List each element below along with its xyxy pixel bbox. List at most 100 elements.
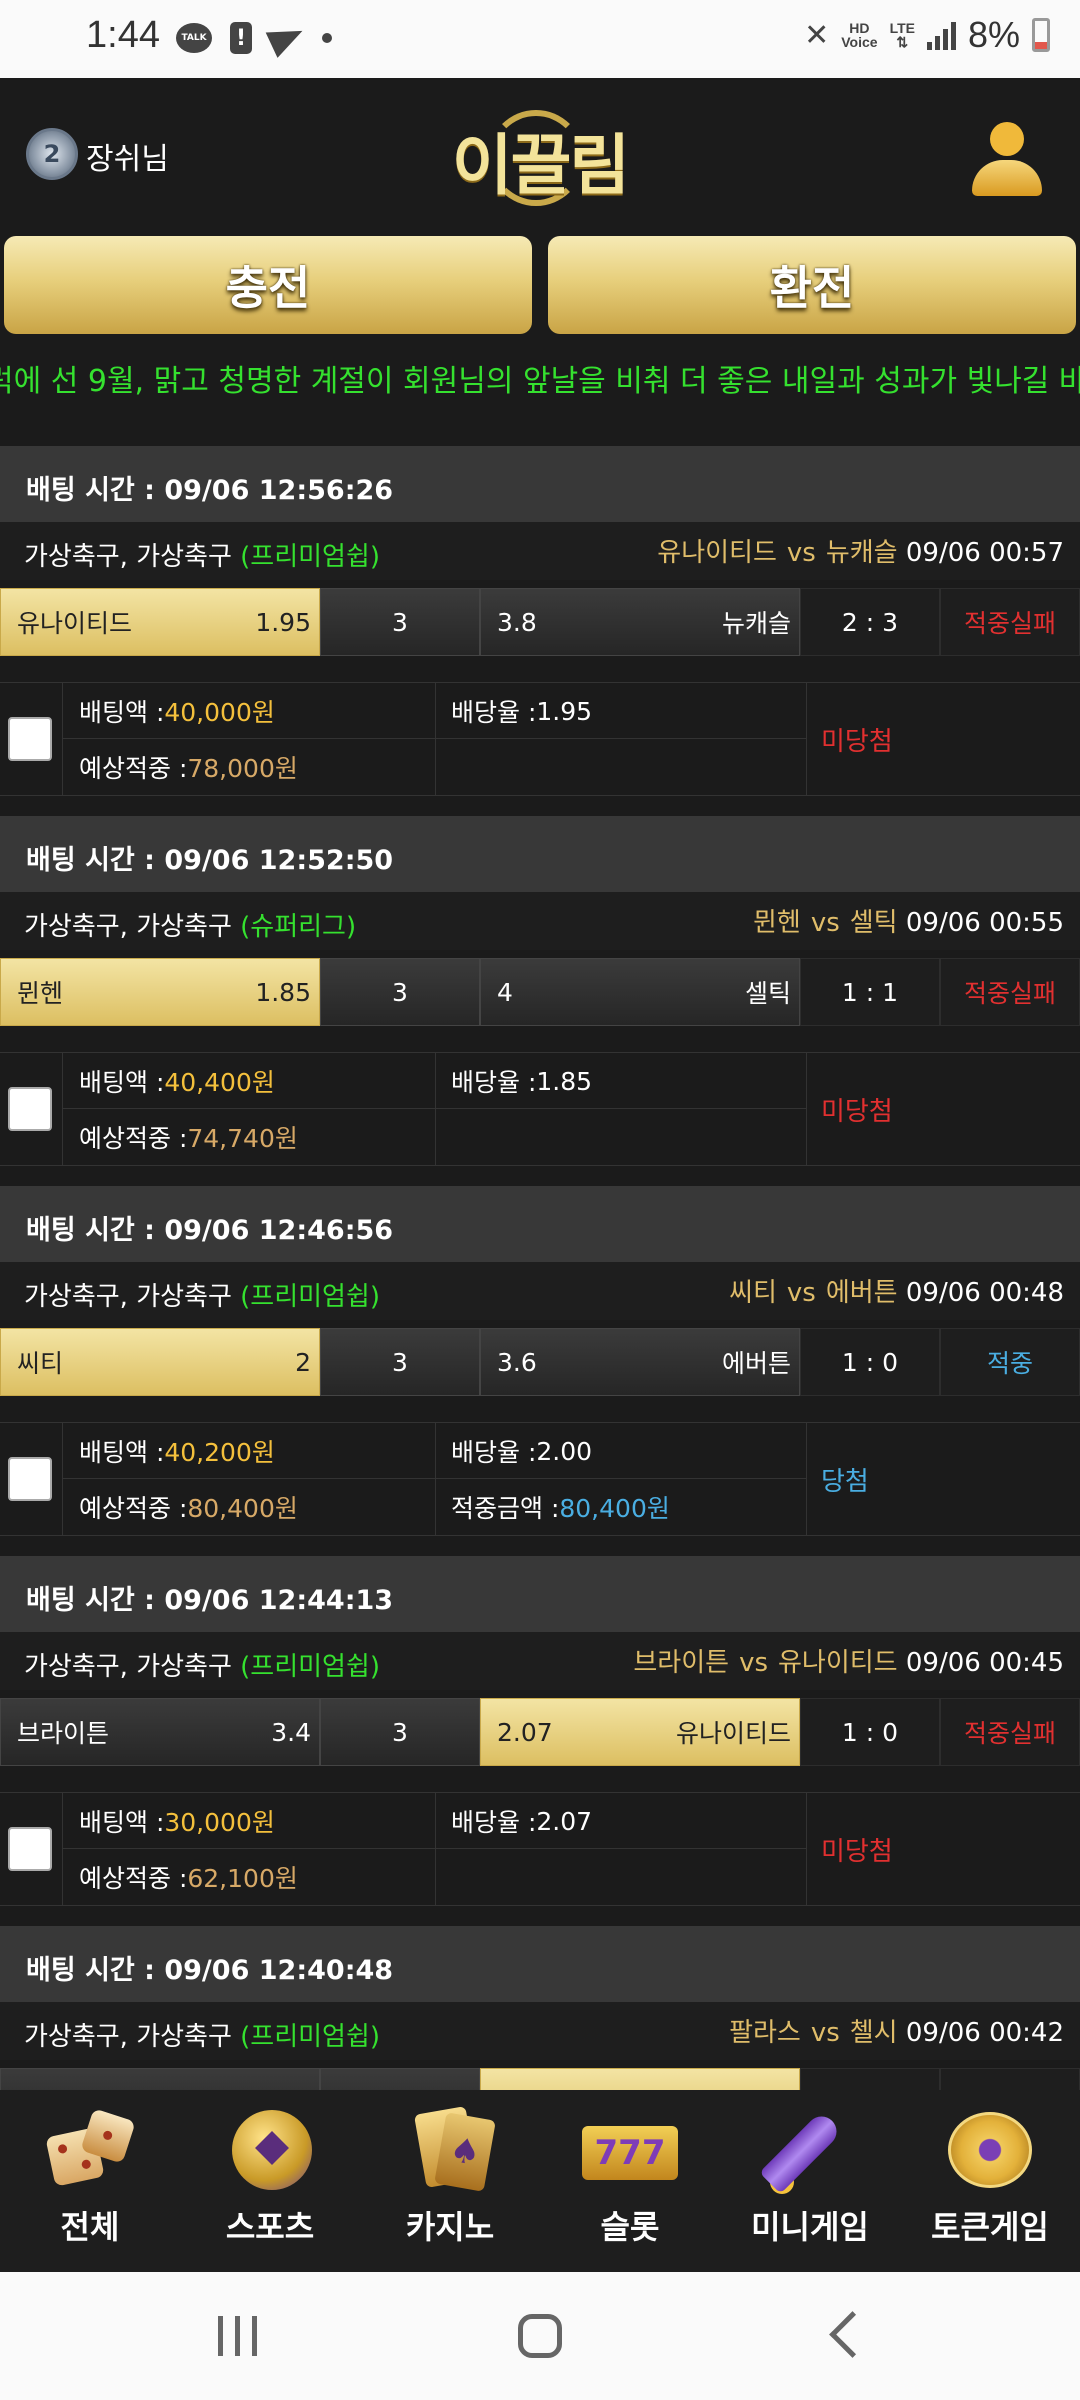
home-odds-button[interactable]: 뮌헨 1.85 [0, 958, 320, 1026]
home-odds-button[interactable]: 브라이튼 3.4 [0, 1698, 320, 1766]
score: 2 : 3 [800, 588, 940, 656]
vs-label: vs [786, 538, 816, 568]
dice-icon [42, 2104, 138, 2194]
expected-win: 예상적중 : 78,000원 [79, 754, 298, 783]
match-time: 09/06 00:45 [905, 1648, 1064, 1678]
bet-card: 배팅 시간 : 09/06 12:46:56 가상축구, 가상축구 (프리미엄쉽)… [0, 1186, 1080, 1556]
nav-all[interactable]: 전체 [0, 2090, 180, 2272]
score: 1 : 0 [800, 1328, 940, 1396]
league-row: 가상축구, 가상축구 (프리미엄쉽) 팔라스 vs 첼시 09/06 00:42 [0, 2002, 1080, 2060]
recent-apps-icon[interactable] [218, 2316, 257, 2356]
away-odds-button[interactable]: 3.8 뉴캐슬 [480, 588, 800, 656]
away-team: 셀틱 [849, 908, 898, 938]
match-time: 09/06 00:57 [905, 538, 1064, 568]
match-info: 뮌헨 vs 셀틱 09/06 00:55 [753, 902, 1064, 939]
select-checkbox[interactable] [8, 1827, 52, 1871]
away-odds: 4 [497, 977, 513, 1007]
username[interactable]: 장쉬님 [86, 134, 169, 178]
nav-token-game[interactable]: 토큰게임 [900, 2090, 1080, 2272]
home-odds-button[interactable]: 유나이티드 1.95 [0, 588, 320, 656]
outcome-status: 미당첨 [806, 1053, 1080, 1165]
home-team-name: 뮌헨 [17, 979, 64, 1008]
nav-label: 카지노 [405, 2208, 495, 2246]
result-status [940, 2068, 1080, 2090]
nav-label: 슬롯 [600, 2208, 660, 2246]
battery-icon [1032, 18, 1050, 52]
result-status: 적중실패 [940, 588, 1080, 656]
draw-odds-button[interactable] [320, 2068, 480, 2090]
draw-odds-button[interactable]: 3 [320, 1698, 480, 1766]
bet-odds: 배당율 : 1.85 [451, 1066, 593, 1098]
away-odds: 3.8 [497, 607, 537, 637]
hd-voice-icon: HD Voice [841, 20, 878, 50]
kakaotalk-icon: TALK [176, 23, 212, 53]
bet-amount: 배팅액 : 40,400원 [79, 1068, 275, 1097]
nav-casino[interactable]: ♠ 카지노 [360, 2090, 540, 2272]
league-name: 가상축구, 가상축구 (프리미엄쉽) [24, 2022, 381, 2052]
bet-history-list[interactable]: 배팅 시간 : 09/06 12:56:26 가상축구, 가상축구 (프리미엄쉽)… [0, 446, 1080, 2090]
expected-win: 예상적중 : 74,740원 [79, 1124, 298, 1153]
home-odds: 1.95 [255, 607, 311, 637]
away-team: 에버튼 [825, 1278, 898, 1308]
nav-label: 전체 [60, 2208, 120, 2246]
logo[interactable]: 이끌림 [448, 108, 632, 212]
telegram-icon [265, 18, 309, 58]
nav-label: 스포츠 [225, 2208, 315, 2246]
nav-minigame[interactable]: 미니게임 [720, 2090, 900, 2272]
away-team: 뉴캐슬 [825, 538, 898, 568]
signal-icon [926, 20, 956, 50]
match-info: 브라이튼 vs 유나이티드 09/06 00:45 [633, 1642, 1064, 1679]
odds-row: 씨티 2 3 3.6 에버튼 1 : 0 적중 [0, 1328, 1080, 1398]
draw-odds-button[interactable]: 3 [320, 588, 480, 656]
away-odds-button[interactable]: 2.07 유나이티드 [480, 1698, 800, 1766]
away-odds-button[interactable]: 첼시 [480, 2068, 800, 2090]
notice-marquee: 럭에 선 9월, 맑고 청명한 계절이 회원님의 앞날을 비춰 더 좋은 내일과… [0, 352, 1080, 402]
away-odds: 3.6 [497, 1347, 537, 1377]
level-badge-icon: 2 [26, 128, 78, 180]
nav-slots[interactable]: 777 슬롯 [540, 2090, 720, 2272]
draw-odds: 3 [392, 1347, 408, 1377]
bet-time-header: 배팅 시간 : 09/06 12:40:48 [0, 1926, 1080, 2002]
league-row: 가상축구, 가상축구 (슈퍼리그) 뮌헨 vs 셀틱 09/06 00:55 [0, 892, 1080, 950]
lte-icon: LTE ⇅ [889, 20, 915, 50]
home-odds-button[interactable]: 팔라스 [0, 2068, 320, 2090]
away-team-name: 뉴캐슬 [721, 609, 791, 638]
away-odds-button[interactable]: 3.6 에버튼 [480, 1328, 800, 1396]
away-team: 유나이티드 [778, 1648, 898, 1678]
bet-time-header: 배팅 시간 : 09/06 12:56:26 [0, 446, 1080, 522]
vs-label: vs [739, 1648, 768, 1678]
odds-row: 브라이튼 3.4 3 2.07 유나이티드 1 : 0 적중실패 [0, 1698, 1080, 1768]
odds-row: 뮌헨 1.85 3 4 셀틱 1 : 1 적중실패 [0, 958, 1080, 1028]
draw-odds: 3 [392, 1717, 408, 1747]
charge-button[interactable]: 충전 [4, 236, 532, 334]
bet-time-header: 배팅 시간 : 09/06 12:46:56 [0, 1186, 1080, 1262]
playing-cards-icon: ♠ [402, 2104, 498, 2194]
detail-grid: 배팅액 : 30,000원 예상적중 : 62,100원 배당율 : 2.07 [62, 1793, 807, 1905]
vs-label: vs [786, 1278, 816, 1308]
home-team: 뮌헨 [752, 908, 801, 938]
home-team-name: 브라이튼 [17, 1719, 110, 1748]
home-team-name: 씨티 [17, 1349, 64, 1378]
bet-details: 배팅액 : 40,200원 예상적중 : 80,400원 배당율 : 2.00 적중금… [0, 1422, 1080, 1536]
bet-details: 배팅액 : 30,000원 예상적중 : 62,100원 배당율 : 2.07 미당첨 [0, 1792, 1080, 1906]
home-odds-button[interactable]: 씨티 2 [0, 1328, 320, 1396]
home-icon[interactable] [518, 2314, 562, 2358]
bet-odds: 배당율 : 2.07 [451, 1806, 593, 1838]
user-profile-icon[interactable] [972, 122, 1042, 198]
select-checkbox[interactable] [8, 1087, 52, 1131]
select-checkbox[interactable] [8, 717, 52, 761]
exchange-button[interactable]: 환전 [548, 236, 1076, 334]
home-team: 팔라스 [729, 2018, 801, 2048]
away-odds-button[interactable]: 4 셀틱 [480, 958, 800, 1026]
slot-777-icon: 777 [582, 2104, 678, 2194]
home-odds: 2 [295, 1347, 311, 1377]
draw-odds-button[interactable]: 3 [320, 958, 480, 1026]
notification-icons: TALK ! [176, 18, 332, 58]
select-checkbox[interactable] [8, 1457, 52, 1501]
away-team-name: 에버튼 [721, 1349, 791, 1378]
nav-sports[interactable]: 스포츠 [180, 2090, 360, 2272]
draw-odds-button[interactable]: 3 [320, 1328, 480, 1396]
marquee-text: 럭에 선 9월, 맑고 청명한 계절이 회원님의 앞날을 비춰 더 좋은 내일과… [0, 364, 1080, 399]
outcome-status: 미당첨 [806, 1793, 1080, 1905]
back-icon[interactable] [829, 2311, 876, 2358]
